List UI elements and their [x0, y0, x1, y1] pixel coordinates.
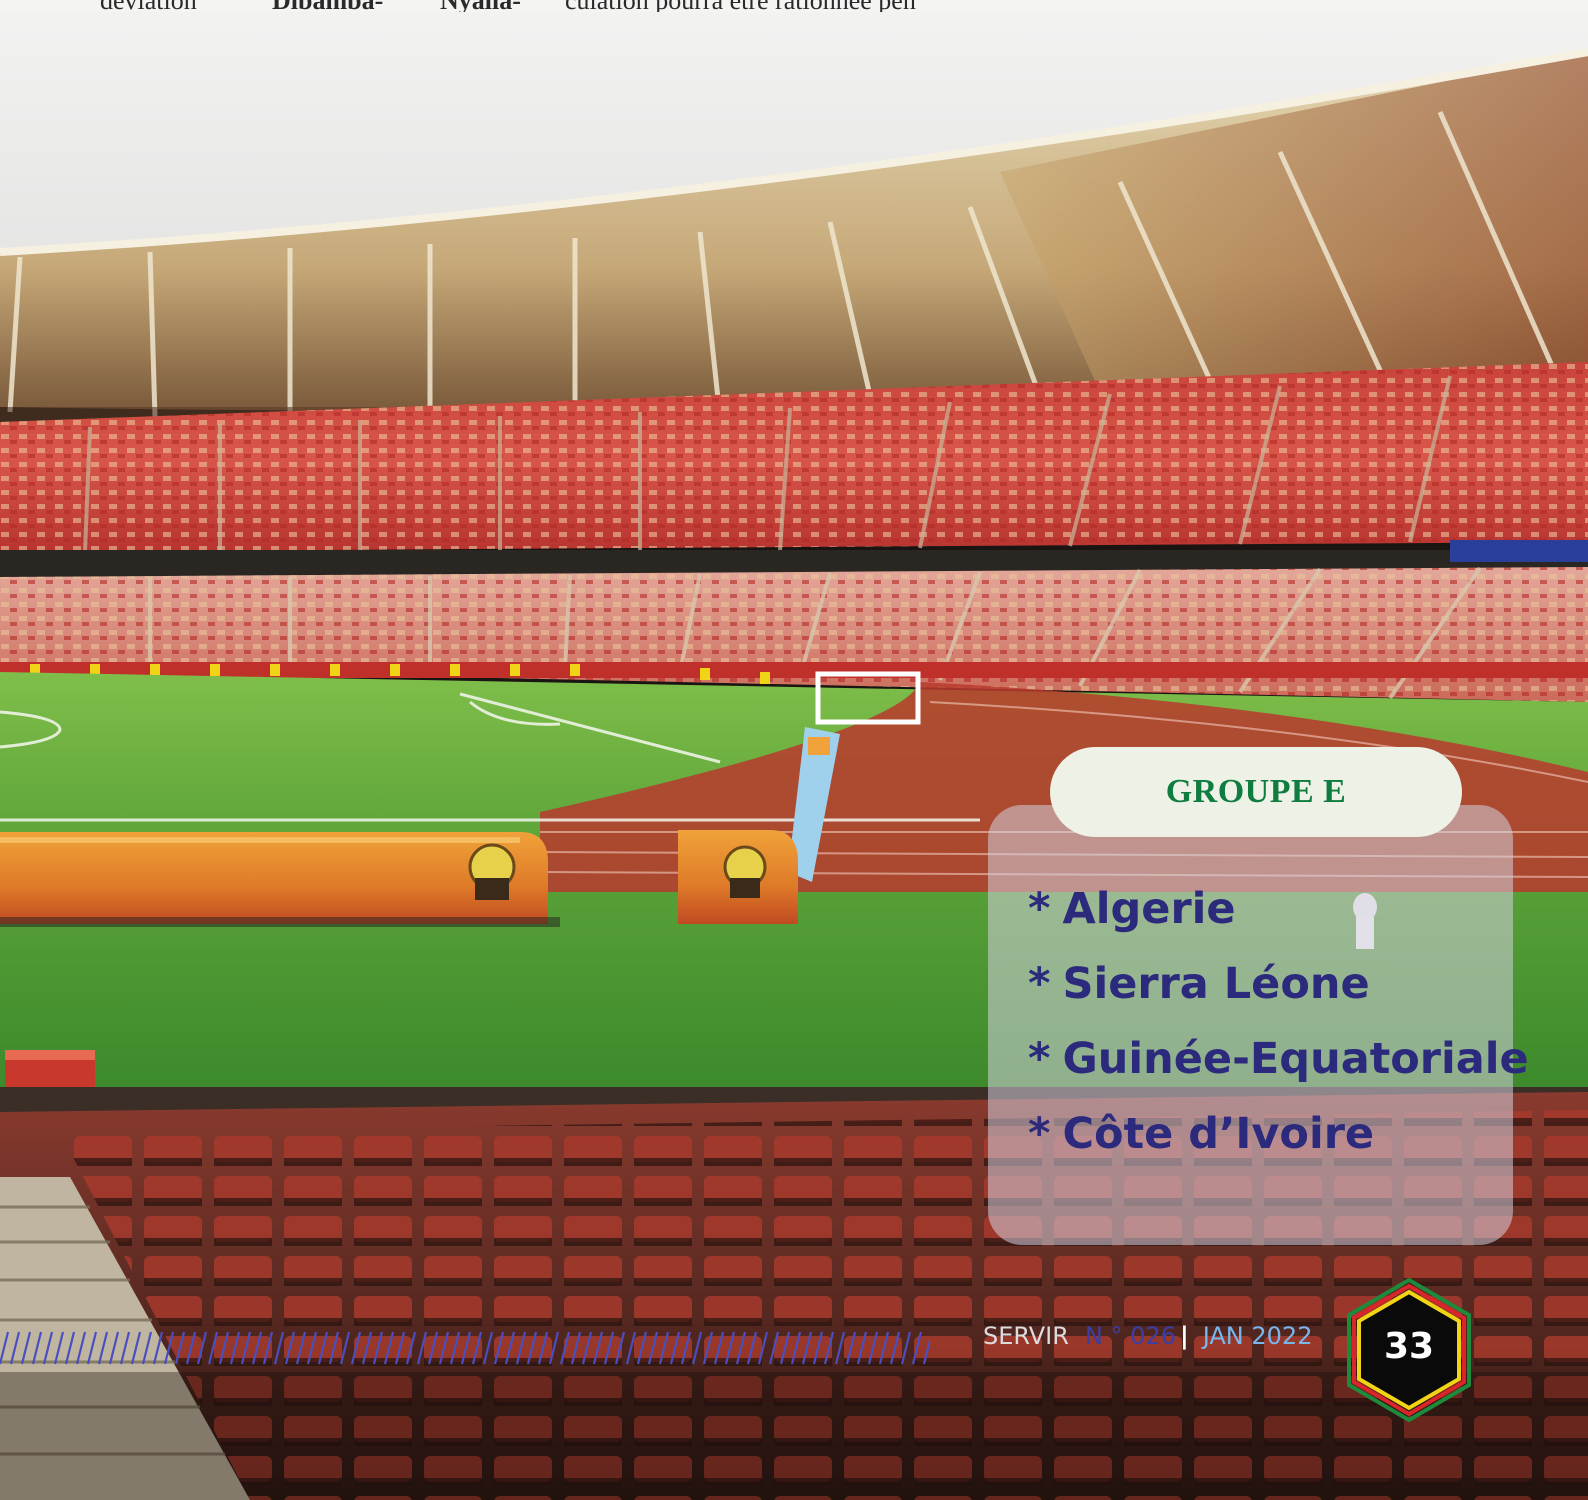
list-item: * Côte d’Ivoire	[1028, 1097, 1529, 1172]
group-title-tab: GROUPE E	[1050, 747, 1462, 837]
issue-number: N ° 026	[1084, 1322, 1176, 1350]
issue-date: JAN 2022	[1202, 1322, 1313, 1350]
footer-separator: |	[1179, 1322, 1189, 1350]
cropped-article-text: déviation Dibamba- Nyalla- culation pour…	[0, 0, 1588, 12]
team-list: * Algerie * Sierra Léone * Guinée-Equatoria…	[1028, 872, 1529, 1172]
text-fragment: déviation	[100, 0, 197, 12]
team-name: Côte d’Ivoire	[1062, 1109, 1375, 1159]
team-name: Guinée-Equatoriale	[1062, 1034, 1529, 1084]
text-fragment: Nyalla-	[440, 0, 521, 12]
text-fragment: culation pourra être rationnée pen	[565, 0, 916, 12]
team-name: Algerie	[1062, 884, 1236, 934]
bullet: *	[1028, 884, 1051, 934]
footer-hatch-decoration	[0, 1331, 930, 1365]
group-title: GROUPE E	[1165, 773, 1347, 810]
bullet: *	[1028, 959, 1051, 1009]
bullet: *	[1028, 1109, 1051, 1159]
text-fragment: Dibamba-	[272, 0, 383, 12]
page-number: 33	[1383, 1326, 1435, 1367]
bullet: *	[1028, 1034, 1051, 1084]
list-item: * Guinée-Equatoriale	[1028, 1022, 1529, 1097]
footer-info: SERVIR N ° 026 | JAN 2022	[983, 1322, 1312, 1350]
list-item: * Algerie	[1028, 872, 1529, 947]
team-name: Sierra Léone	[1062, 959, 1370, 1009]
list-item: * Sierra Léone	[1028, 947, 1529, 1022]
publication-name: SERVIR	[983, 1322, 1069, 1350]
